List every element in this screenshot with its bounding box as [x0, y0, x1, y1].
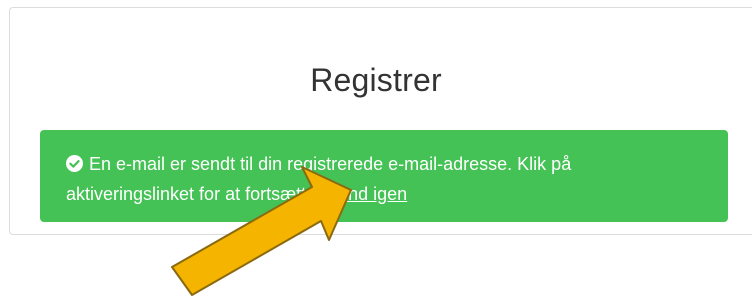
resend-link[interactable]: Send igen — [326, 184, 407, 204]
check-circle-icon — [66, 155, 83, 172]
success-alert: En e-mail er sendt til din registrerede … — [40, 130, 728, 222]
alert-message: En e-mail er sendt til din registrerede … — [66, 154, 572, 204]
page: Registrer En e-mail er sendt til din reg… — [0, 0, 752, 296]
page-title: Registrer — [310, 62, 442, 98]
